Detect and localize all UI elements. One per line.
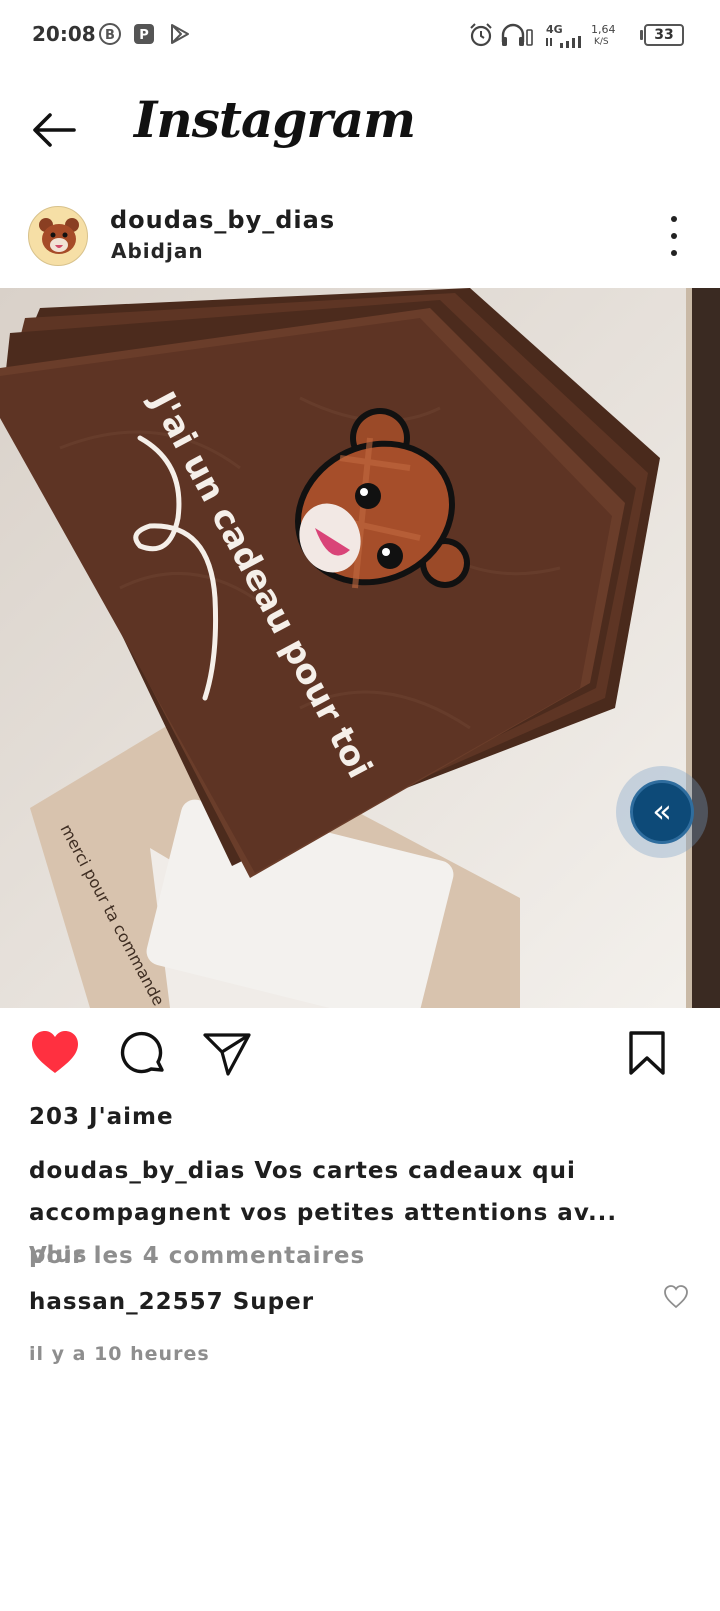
view-comments-link[interactable]: Voir les 4 commentaires <box>29 1243 365 1269</box>
alarm-icon <box>470 23 492 47</box>
post-username[interactable]: doudas_by_dias <box>110 206 335 234</box>
post-image[interactable]: merci pour ta commande J'ai un cadeau po… <box>0 288 720 1008</box>
svg-text:P: P <box>139 28 149 43</box>
post-location[interactable]: Abidjan <box>111 239 204 263</box>
comment-text: Super <box>223 1289 315 1315</box>
p-badge-icon: P <box>134 24 154 44</box>
three-dots-vertical-icon <box>671 216 677 222</box>
battery-icon: 33 <box>644 24 684 46</box>
speed-unit: K/S <box>594 37 609 47</box>
comment-item: hassan_22557 Super <box>29 1289 314 1315</box>
status-bar: 20:08 B P 4G 1,64 K/S 33 <box>0 0 720 72</box>
chevrons-left-icon: « <box>630 780 694 844</box>
collapse-overlay-button[interactable]: « <box>616 766 708 858</box>
headphones-icon <box>501 23 533 46</box>
instagram-logo: Instagram <box>134 90 416 149</box>
avatar[interactable] <box>28 206 88 266</box>
gift-cards-photo: merci pour ta commande J'ai un cadeau po… <box>0 288 720 1008</box>
bear-avatar-icon <box>39 218 79 254</box>
app-header: Instagram <box>0 72 720 188</box>
status-time: 20:08 <box>32 22 96 46</box>
arrow-left-icon <box>33 113 76 147</box>
bookmark-icon[interactable] <box>628 1030 666 1076</box>
signal-icon <box>546 36 581 48</box>
heart-filled-icon[interactable] <box>30 1030 80 1076</box>
comment-bubble-icon[interactable] <box>118 1030 166 1078</box>
caption-username[interactable]: doudas_by_dias <box>29 1158 245 1184</box>
post-header: doudas_by_dias Abidjan <box>0 196 720 288</box>
battery-tip <box>640 30 643 40</box>
network-label: 4G <box>546 23 563 36</box>
back-button[interactable] <box>26 102 82 158</box>
post-timestamp: il y a 10 heures <box>29 1343 210 1365</box>
svg-text:B: B <box>105 28 115 43</box>
play-store-icon <box>171 24 189 44</box>
post-actions <box>0 1024 720 1084</box>
b-circle-icon: B <box>99 23 121 45</box>
paper-plane-icon[interactable] <box>202 1030 252 1076</box>
heart-outline-icon[interactable] <box>663 1284 689 1310</box>
more-options-button[interactable] <box>658 214 688 258</box>
like-count[interactable]: 203 J'aime <box>29 1104 174 1130</box>
speed-value: 1,64 <box>591 23 616 36</box>
comment-username[interactable]: hassan_22557 <box>29 1289 224 1315</box>
